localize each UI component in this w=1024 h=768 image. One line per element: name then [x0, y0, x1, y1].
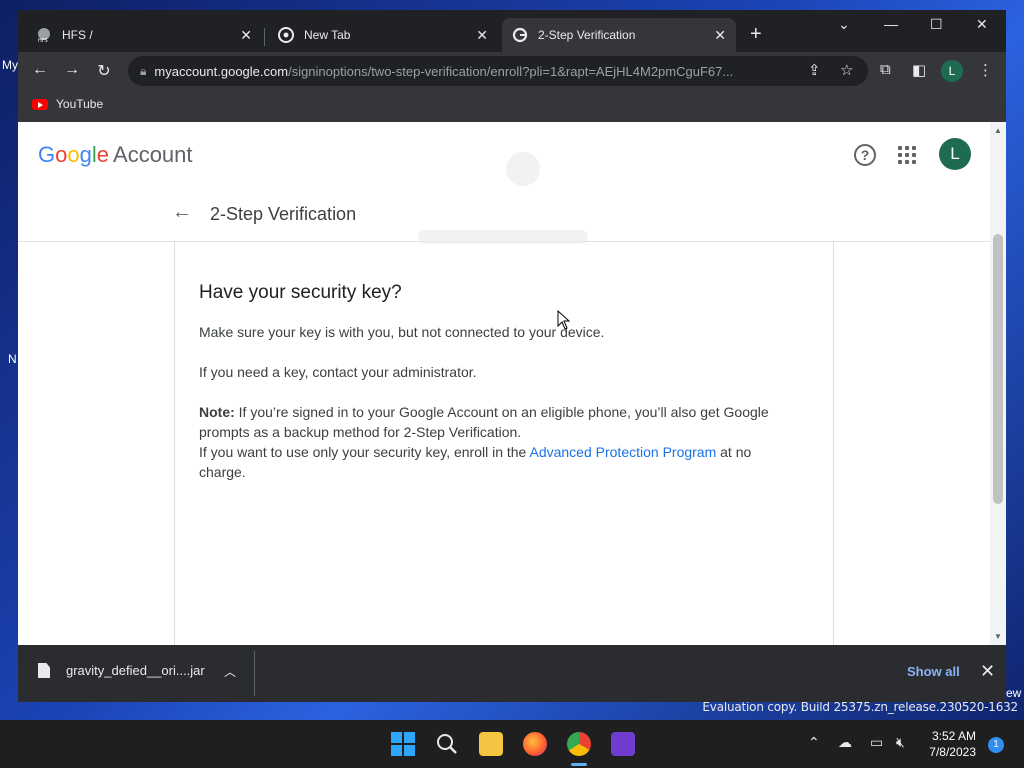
- logo-letter: e: [96, 142, 110, 167]
- page-title: 2-Step Verification: [210, 204, 357, 224]
- chrome-icon: [278, 27, 294, 43]
- url-path: /signinoptions/two-step-verification/enr…: [288, 63, 734, 79]
- tab-2-step-verification[interactable]: 2-Step Verification ✕: [502, 18, 736, 52]
- logo-letter: g: [79, 142, 92, 167]
- tab-new-tab[interactable]: New Tab ✕: [268, 18, 498, 52]
- download-item[interactable]: gravity_defied__ori....jar: [38, 663, 205, 678]
- security-key-card: Have your security key? Make sure your k…: [174, 242, 834, 645]
- desktop-partial-label: ew: [1006, 686, 1022, 700]
- tab-hfs[interactable]: HFS HFS / ✕: [26, 18, 262, 52]
- visual-studio-icon[interactable]: [611, 732, 635, 756]
- windows-start-icon[interactable]: [391, 732, 415, 756]
- address-bar[interactable]: 🔒︎ myaccount.google.com/signinoptions/tw…: [128, 56, 868, 86]
- notification-badge[interactable]: 1: [988, 737, 1004, 753]
- close-tab-icon[interactable]: ✕: [714, 27, 726, 44]
- note-text: If you’re signed in to your Google Accou…: [199, 404, 769, 440]
- side-panel-icon[interactable]: ◧: [912, 61, 926, 79]
- clock-time: 3:52 AM: [931, 729, 976, 743]
- search-icon[interactable]: [435, 732, 459, 756]
- close-download-bar-icon[interactable]: ✕: [980, 661, 995, 682]
- google-g-icon: [512, 27, 528, 43]
- show-all-button[interactable]: Show all: [907, 664, 960, 679]
- browser-window: HFS HFS / ✕ New Tab ✕ 2-Step Verificatio…: [18, 10, 1006, 702]
- desktop-label-n: N: [8, 352, 17, 366]
- tab-title: New Tab: [304, 28, 351, 42]
- minimize-icon[interactable]: —: [884, 16, 898, 32]
- hfs-icon: HFS: [36, 27, 52, 43]
- back-icon[interactable]: ←: [30, 61, 50, 79]
- divider: [254, 651, 255, 696]
- extensions-puzzle-icon[interactable]: ⧉: [880, 61, 891, 78]
- clock-date: 7/8/2023: [929, 745, 976, 759]
- logo-letter: o: [67, 142, 80, 167]
- logo-letter: G: [38, 142, 56, 167]
- download-bar: gravity_defied__ori....jar ︿ Show all ✕: [18, 645, 1006, 702]
- note-label: Note:: [199, 404, 235, 420]
- google-account-logo[interactable]: Google Account: [38, 142, 193, 168]
- advanced-protection-link[interactable]: Advanced Protection Program: [529, 444, 716, 460]
- forward-icon[interactable]: →: [62, 61, 82, 79]
- chevron-up-icon[interactable]: ︿: [224, 663, 236, 680]
- logo-letter: o: [55, 142, 68, 167]
- youtube-icon: [32, 98, 48, 110]
- bookmark-label: YouTube: [56, 97, 104, 111]
- download-filename: gravity_defied__ori....jar: [66, 663, 205, 678]
- instruction-text: Make sure your key is with you, but not …: [199, 324, 605, 340]
- file-icon: [38, 663, 50, 678]
- faded-illustration: [418, 230, 588, 244]
- chrome-taskbar-icon[interactable]: [567, 732, 591, 756]
- tab-search-chevron-icon[interactable]: ⌄: [838, 16, 850, 33]
- browser-toolbar: ← → ↻ 🔒︎ myaccount.google.com/signinopti…: [18, 52, 1006, 90]
- system-clock[interactable]: 3:52 AM 7/8/2023: [920, 728, 976, 760]
- url-host: myaccount.google.com: [154, 63, 289, 79]
- tab-title: 2-Step Verification: [538, 28, 636, 42]
- taskbar: ⌃ ☁ ▭ 🔇︎ 3:52 AM 7/8/2023 1: [0, 720, 1024, 768]
- tab-title: HFS /: [62, 28, 93, 42]
- file-explorer-icon[interactable]: [479, 732, 503, 756]
- note-text: If you want to use only your security ke…: [199, 444, 527, 460]
- firefox-icon[interactable]: [523, 732, 547, 756]
- back-arrow-icon[interactable]: ←: [172, 202, 192, 222]
- onedrive-icon[interactable]: ☁: [838, 734, 852, 751]
- scrollbar-thumb[interactable]: [993, 234, 1003, 504]
- help-icon[interactable]: ?: [854, 144, 876, 166]
- bookmarks-bar: YouTube: [18, 90, 1006, 122]
- tab-strip: HFS HFS / ✕ New Tab ✕ 2-Step Verificatio…: [18, 10, 1006, 52]
- administrator-text: If you need a key, contact your administ…: [199, 364, 477, 380]
- volume-muted-icon[interactable]: 🔇︎: [896, 734, 905, 751]
- bookmark-youtube[interactable]: YouTube: [32, 97, 103, 111]
- desktop-label-my: My: [2, 58, 18, 72]
- scroll-down-icon[interactable]: ▼: [994, 632, 1002, 641]
- svg-text:HFS: HFS: [38, 38, 48, 43]
- page-content: Google Account ? L ← 2-Step Verification …: [18, 122, 1006, 645]
- google-account-header: Google Account ? L ← 2-Step Verification: [18, 122, 990, 244]
- active-indicator: [571, 763, 587, 766]
- logo-account-label: Account: [113, 142, 193, 167]
- close-window-icon[interactable]: ✕: [976, 16, 988, 33]
- account-avatar[interactable]: L: [939, 138, 971, 170]
- close-tab-icon[interactable]: ✕: [476, 27, 488, 44]
- maximize-icon[interactable]: ☐: [930, 16, 943, 33]
- menu-kebab-icon[interactable]: ⋮: [978, 61, 993, 79]
- page-scrollbar[interactable]: ▲ ▼: [990, 122, 1006, 645]
- tab-separator: [264, 28, 265, 46]
- lock-icon[interactable]: 🔒︎: [140, 64, 146, 79]
- bookmark-star-icon[interactable]: ☆: [840, 61, 853, 79]
- note-paragraph: Note: If you’re signed in to your Google…: [199, 402, 799, 482]
- google-apps-icon[interactable]: [898, 146, 916, 164]
- show-hidden-icons-chevron[interactable]: ⌃: [808, 734, 820, 751]
- card-heading: Have your security key?: [199, 282, 402, 303]
- faded-illustration: [506, 152, 540, 186]
- mouse-cursor-icon: [557, 310, 571, 330]
- evaluation-watermark: Evaluation copy. Build 25375.zn_release.…: [702, 700, 1018, 714]
- network-icon[interactable]: ▭: [870, 734, 883, 751]
- share-icon[interactable]: ⇪: [808, 61, 821, 79]
- close-tab-icon[interactable]: ✕: [240, 27, 252, 44]
- reload-icon[interactable]: ↻: [94, 61, 114, 81]
- new-tab-plus-icon[interactable]: +: [750, 24, 762, 44]
- profile-avatar[interactable]: L: [941, 60, 963, 82]
- scroll-up-icon[interactable]: ▲: [994, 126, 1002, 135]
